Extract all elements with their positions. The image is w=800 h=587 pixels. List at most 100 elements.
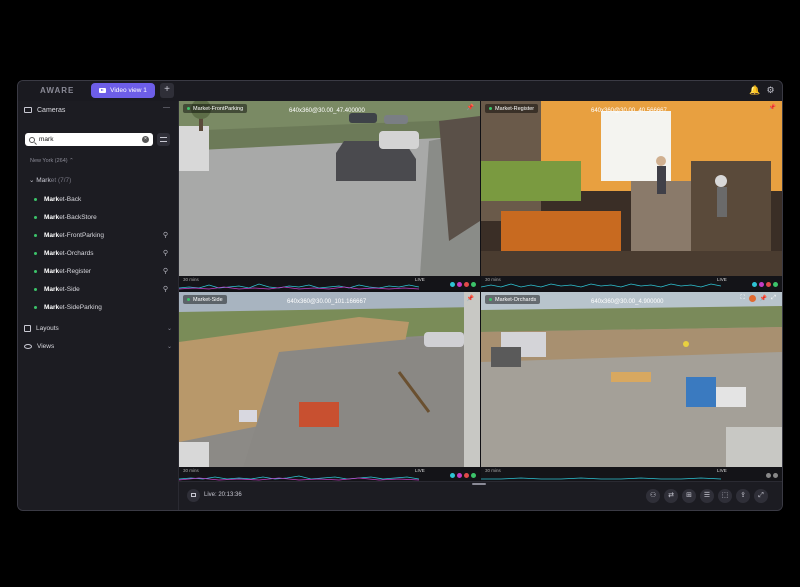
camera-item[interactable]: Mark et-Back xyxy=(34,193,174,205)
waveform xyxy=(481,477,721,480)
pin-icon[interactable]: 📌 xyxy=(466,295,475,304)
video-tile[interactable]: Market-Orchards 640x360@30.00_4.900000 ⛶… xyxy=(481,292,782,481)
video-grid: Market-FrontParking 640x360@30.00_47.400… xyxy=(179,101,782,481)
video-tile[interactable]: Market-Register 640x360@30.00_40.566667 … xyxy=(481,101,782,290)
camera-item[interactable]: Mark et-Register ⚲ xyxy=(34,265,174,277)
video-icon xyxy=(99,88,107,93)
camera-name-label: Market-Side xyxy=(183,295,227,304)
storage-icon[interactable]: ☰ xyxy=(700,489,714,503)
layout-icon xyxy=(24,324,31,332)
stream-info: 640x360@30.00_4.900000 xyxy=(591,299,664,305)
add-tab-button[interactable]: + xyxy=(160,83,174,98)
online-status-dot xyxy=(34,197,37,201)
camera-name-label: Market-FrontParking xyxy=(183,104,248,113)
chevron-up-icon: ⌃ xyxy=(69,158,74,164)
camera-item[interactable]: Mark et-FrontParking ⚲ xyxy=(34,229,174,241)
pin-icon[interactable]: ⚲ xyxy=(163,231,168,239)
camera-item[interactable]: Mark et-Side ⚲ xyxy=(34,283,174,295)
camera-feed xyxy=(179,292,480,481)
tile-toolbar: ⛶ 📌 ⤢ xyxy=(741,295,776,302)
tab-video-view-1[interactable]: Video view 1 xyxy=(91,83,155,98)
pin-icon[interactable]: ⚲ xyxy=(163,249,168,257)
pin-icon[interactable]: 📌 xyxy=(768,104,777,113)
camera-feed xyxy=(179,101,480,290)
camera-item[interactable]: Mark et-Orchards ⚲ xyxy=(34,247,174,259)
timeline-controls xyxy=(766,473,778,478)
camera-feed xyxy=(481,101,782,290)
timeline-markers xyxy=(450,282,476,287)
bottom-bar: Live: 20:13:36 ⚇ ⇄ ⊞ ☰ ⬚ ⇪ ⤢ xyxy=(179,481,782,510)
expand-icon[interactable]: ⛶ xyxy=(741,295,745,302)
group-name-match: Mark xyxy=(36,177,51,184)
region-label[interactable]: New York (264) ⌃ xyxy=(30,158,74,164)
clear-search-icon[interactable]: × xyxy=(142,136,149,143)
group-count: (7/7) xyxy=(57,177,72,184)
online-status-dot xyxy=(187,107,190,110)
camera-group[interactable]: ⌄ Market (7/7) xyxy=(29,176,71,184)
camera-item[interactable]: Mark et-SideParking xyxy=(34,301,174,313)
search-field[interactable]: × xyxy=(25,133,153,146)
stream-info: 640x360@30.00_47.400000 xyxy=(289,108,365,114)
chevron-down-icon: ⌄ xyxy=(166,343,172,350)
search-icon xyxy=(29,136,35,143)
online-status-dot xyxy=(34,305,37,309)
timeline[interactable]: 30 mins LIVE xyxy=(179,467,480,481)
app-window: AWARE Video view 1 + 🔔 ⚙ Cameras — × New… xyxy=(17,80,783,511)
online-status-dot xyxy=(34,251,37,255)
bell-icon[interactable]: 🔔 xyxy=(749,85,760,96)
save-icon[interactable]: ⬚ xyxy=(718,489,732,503)
video-tile[interactable]: Market-FrontParking 640x360@30.00_47.400… xyxy=(179,101,480,290)
online-status-dot xyxy=(489,107,492,110)
stream-info: 640x360@30.00_40.566667 xyxy=(591,108,667,114)
fullscreen-icon[interactable]: ⤢ xyxy=(754,489,768,503)
camera-name-label: Market-Orchards xyxy=(485,295,541,304)
gear-icon[interactable]: ⚙ xyxy=(765,85,776,96)
online-status-dot xyxy=(34,269,37,273)
chevron-down-icon: ⌄ xyxy=(29,177,35,184)
camera-item[interactable]: Mark et-BackStore xyxy=(34,211,174,223)
cameras-header[interactable]: Cameras xyxy=(24,104,65,116)
online-status-dot xyxy=(489,298,492,301)
pin-icon[interactable]: 📌 xyxy=(466,104,475,113)
top-bar: AWARE Video view 1 + 🔔 ⚙ xyxy=(18,81,782,101)
timeline-toggle-button[interactable] xyxy=(187,489,200,502)
online-status-dot xyxy=(34,287,37,291)
pin-icon[interactable]: 📌 xyxy=(760,295,767,302)
timeline[interactable]: 30 mins LIVE xyxy=(179,276,480,290)
camera-feed xyxy=(481,292,782,481)
online-status-dot xyxy=(187,298,190,301)
app-logo: AWARE xyxy=(40,86,75,95)
cameras-label: Cameras xyxy=(37,106,66,114)
eye-icon xyxy=(24,343,32,349)
timeline[interactable]: 30 mins LIVE xyxy=(481,276,782,290)
fullscreen-icon[interactable]: ⤢ xyxy=(771,295,776,302)
views-section[interactable]: Views ⌄ xyxy=(24,340,172,352)
share-icon[interactable] xyxy=(766,473,771,478)
waveform xyxy=(179,283,419,290)
group-icon[interactable]: ⚇ xyxy=(646,489,660,503)
sync-icon[interactable]: ⇄ xyxy=(664,489,678,503)
online-status-dot xyxy=(34,233,37,237)
camera-name-label: Market-Register xyxy=(485,104,539,113)
collapse-icon[interactable]: — xyxy=(163,104,170,111)
snapshot-icon[interactable] xyxy=(773,473,778,478)
pin-icon[interactable]: ⚲ xyxy=(163,267,168,275)
export-icon[interactable]: ⇪ xyxy=(736,489,750,503)
pin-icon[interactable]: ⚲ xyxy=(163,285,168,293)
waveform xyxy=(179,475,419,481)
search-input[interactable] xyxy=(39,136,139,143)
video-tile[interactable]: Market-Side 640x360@30.00_101.166667 📌 3… xyxy=(179,292,480,481)
resize-handle[interactable] xyxy=(472,483,486,485)
timeline-markers xyxy=(752,282,778,287)
live-time: Live: 20:13:36 xyxy=(204,492,242,498)
camera-icon xyxy=(24,107,32,113)
online-status-dot xyxy=(34,215,37,219)
waveform xyxy=(481,283,721,288)
layouts-section[interactable]: Layouts ⌄ xyxy=(24,322,172,334)
chevron-down-icon: ⌄ xyxy=(166,325,172,332)
timeline-markers xyxy=(450,473,476,478)
record-indicator-icon[interactable] xyxy=(748,295,756,302)
grid-layout-icon[interactable]: ⊞ xyxy=(682,489,696,503)
filter-button[interactable] xyxy=(157,133,170,146)
timeline[interactable]: 30 mins LIVE xyxy=(481,467,782,481)
